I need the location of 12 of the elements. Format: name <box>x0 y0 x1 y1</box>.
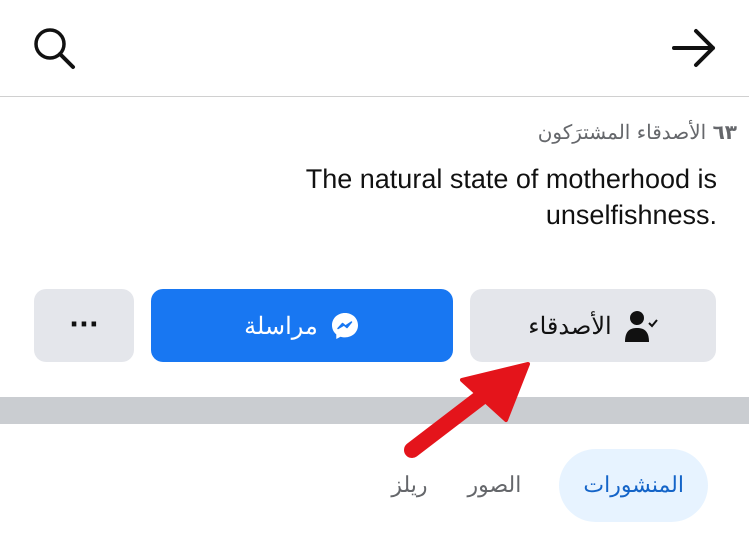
bio-text: The natural state of motherhood is unselfishness. <box>304 163 717 232</box>
tab[interactable]: ريلز <box>389 449 430 522</box>
more-button[interactable]: ··· <box>34 289 134 362</box>
forward-arrow-icon[interactable] <box>671 28 717 68</box>
tab[interactable]: المنشورات <box>559 449 708 522</box>
tab[interactable]: الصور <box>465 449 524 522</box>
mutual-friends-count[interactable]: ٦٣ الأصدقاء المشترَكون <box>538 117 737 147</box>
messenger-icon <box>330 310 360 340</box>
search-icon[interactable] <box>32 26 76 70</box>
friends-button[interactable]: الأصدقاء <box>470 289 716 362</box>
person-check-icon <box>624 308 658 342</box>
message-button[interactable]: مراسلة <box>151 289 453 362</box>
